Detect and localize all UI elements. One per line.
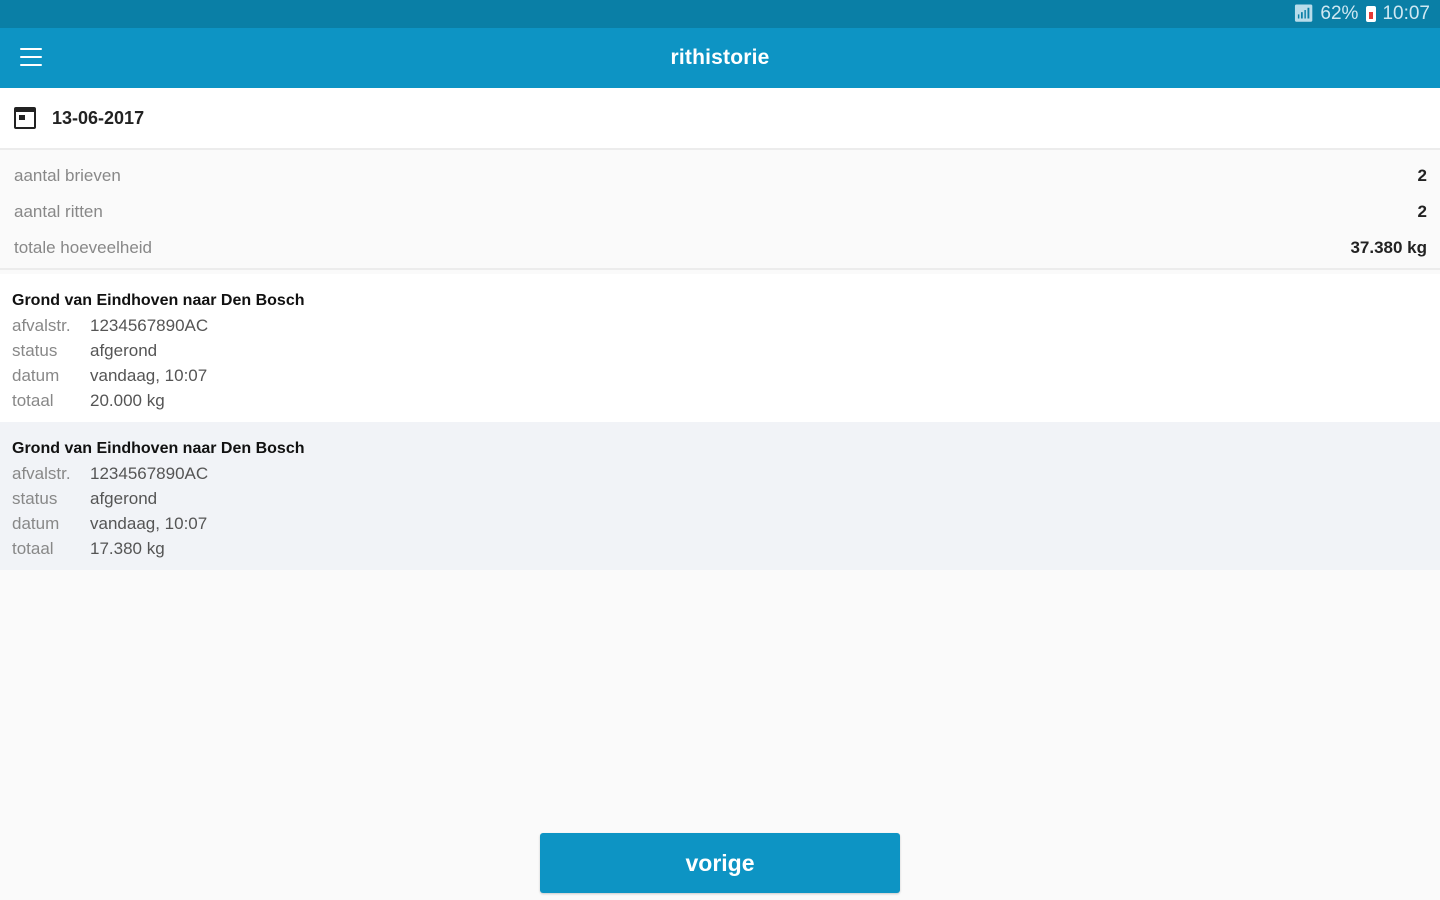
status-bar: 📶︎ 62% 10:07 — [0, 0, 1440, 28]
trip-field: afvalstr. 1234567890AC — [12, 461, 1428, 486]
trip-field-key: afvalstr. — [12, 316, 71, 335]
trip-field: totaal 17.380 kg — [12, 536, 1428, 561]
trip-title: Grond van Eindhoven naar Den Bosch — [12, 292, 305, 309]
app-bar: rithistorie — [0, 28, 1440, 88]
trip-field: status afgerond — [12, 486, 1428, 511]
trip-field-value: 17.380 kg — [90, 539, 165, 558]
trip-field-key: status — [12, 489, 58, 508]
summary-label: totale hoeveelheid — [14, 238, 153, 257]
trip-list-item[interactable]: Grond van Eindhoven naar Den Bosch afval… — [0, 422, 1440, 570]
summary-row-total: totale hoeveelheid 37.380 kg — [0, 230, 1440, 266]
trip-field: afvalstr. 1234567890AC — [12, 313, 1428, 338]
trip-field: totaal 20.000 kg — [12, 388, 1428, 413]
trip-list-item[interactable]: Grond van Eindhoven naar Den Bosch afval… — [0, 274, 1440, 422]
summary-label: aantal ritten — [14, 202, 103, 221]
signal-icon: 📶︎ — [1292, 4, 1315, 23]
summary-value: 2 — [1417, 166, 1427, 185]
battery-percent: 62% — [1320, 3, 1359, 24]
status-time: 10:07 — [1382, 3, 1430, 24]
summary-row-trips: aantal ritten 2 — [0, 194, 1440, 230]
trip-field: status afgerond — [12, 338, 1428, 363]
trip-field-key: totaal — [12, 391, 54, 410]
trip-field-value: 1234567890AC — [90, 316, 209, 335]
summary-label: aantal brieven — [14, 166, 121, 185]
trip-field: datum vandaag, 10:07 — [12, 511, 1428, 536]
page-title: rithistorie — [670, 46, 770, 69]
summary-value: 37.380 kg — [1350, 238, 1427, 257]
trip-field-value: 20.000 kg — [90, 391, 165, 410]
hamburger-menu-icon[interactable] — [20, 48, 42, 66]
trip-field-value: afgerond — [90, 341, 158, 360]
date-selector[interactable]: 13-06-2017 — [0, 88, 1440, 150]
selected-date[interactable]: 13-06-2017 — [52, 108, 144, 129]
trip-field-key: totaal — [12, 539, 54, 558]
battery-icon — [1366, 6, 1377, 22]
trip-field-key: afvalstr. — [12, 464, 71, 483]
trip-field-key: datum — [12, 514, 60, 533]
trip-field-key: status — [12, 341, 58, 360]
trip-field-value: vandaag, 10:07 — [90, 514, 208, 533]
trip-field-value: afgerond — [90, 489, 158, 508]
trip-field-value: vandaag, 10:07 — [90, 366, 208, 385]
trip-title: Grond van Eindhoven naar Den Bosch — [12, 440, 305, 457]
summary-panel: aantal brieven 2 aantal ritten 2 totale … — [0, 158, 1440, 270]
previous-button[interactable]: vorige — [540, 833, 900, 893]
calendar-icon[interactable] — [14, 107, 36, 129]
trip-field: datum vandaag, 10:07 — [12, 363, 1428, 388]
summary-row-letters: aantal brieven 2 — [0, 158, 1440, 194]
summary-value: 2 — [1417, 202, 1427, 221]
trip-field-value: 1234567890AC — [90, 464, 209, 483]
trip-field-key: datum — [12, 366, 60, 385]
